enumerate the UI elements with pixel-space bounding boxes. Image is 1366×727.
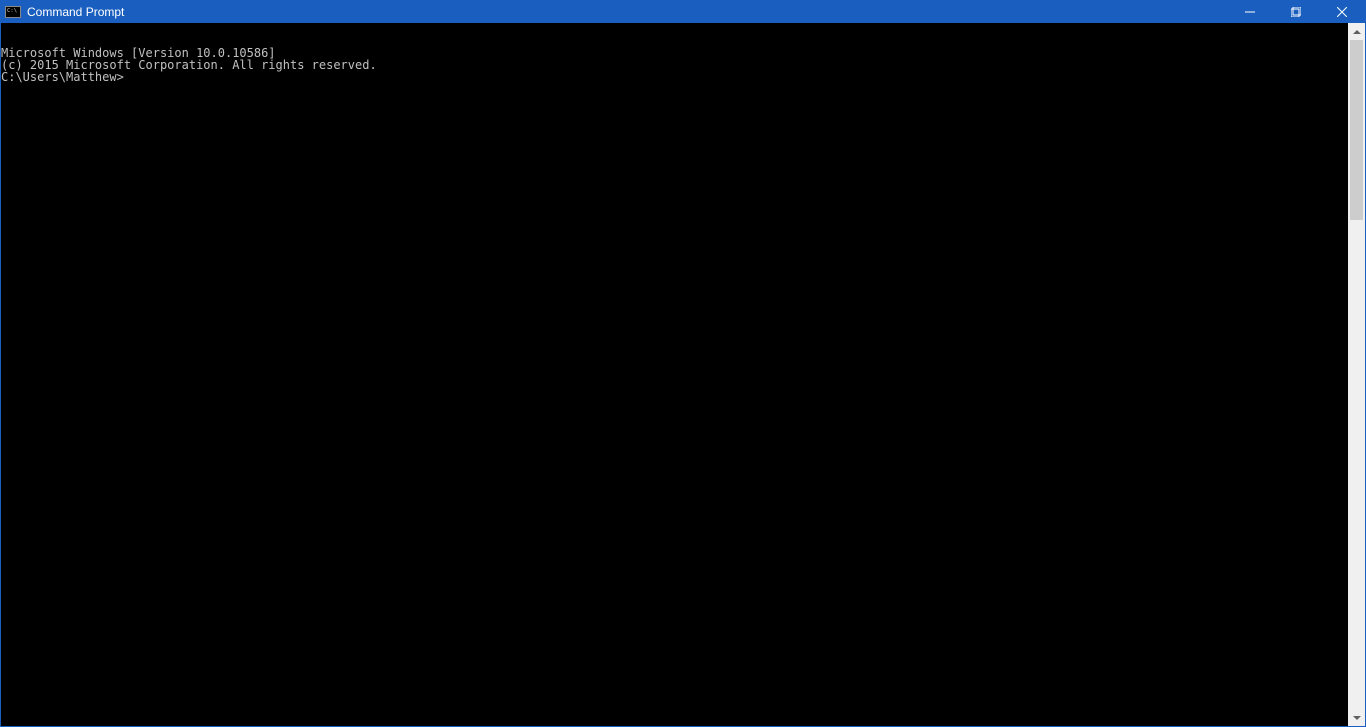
chevron-down-icon [1353,716,1361,720]
prompt-line: C:\Users\Matthew> [1,71,1348,83]
command-prompt-icon [5,5,21,19]
titlebar[interactable]: Command Prompt [1,1,1365,23]
content-area: Microsoft Windows [Version 10.0.10586](c… [1,23,1365,726]
scrollbar-thumb[interactable] [1350,40,1363,220]
maximize-button[interactable] [1273,1,1319,23]
window-title: Command Prompt [27,5,1227,19]
chevron-up-icon [1353,30,1361,34]
terminal-output[interactable]: Microsoft Windows [Version 10.0.10586](c… [1,23,1348,726]
minimize-button[interactable] [1227,1,1273,23]
window-controls [1227,1,1365,23]
scroll-down-button[interactable] [1348,709,1365,726]
copyright-line: (c) 2015 Microsoft Corporation. All righ… [1,59,1348,71]
scroll-up-button[interactable] [1348,23,1365,40]
close-button[interactable] [1319,1,1365,23]
scrollbar-track[interactable] [1348,40,1365,709]
command-prompt-window: Command Prompt Microsoft Windows [Versio… [0,0,1366,727]
vertical-scrollbar[interactable] [1348,23,1365,726]
